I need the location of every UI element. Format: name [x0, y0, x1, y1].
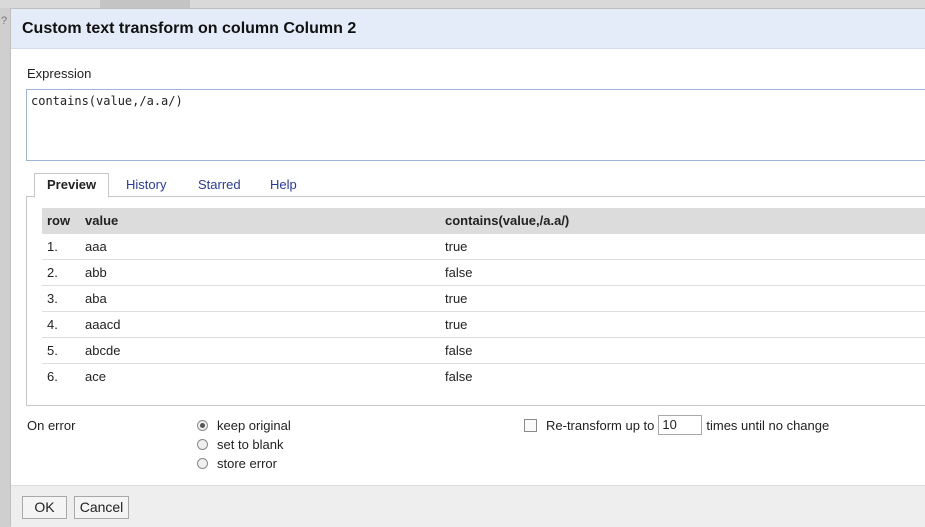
option-store-error[interactable]: store error — [197, 454, 291, 473]
background-toolbar — [100, 0, 190, 8]
row-number: 2. — [42, 259, 85, 286]
radio-store-error[interactable] — [197, 458, 208, 469]
background-fragment: ? — [1, 15, 8, 27]
table-row: 2. abb false — [42, 259, 925, 286]
retransform-label-after: times until no change — [706, 417, 830, 433]
row-number: 1. — [42, 233, 85, 260]
retransform-row: Re-transform up to 10 times until no cha… — [524, 414, 829, 436]
column-header-value: value — [85, 208, 445, 234]
retransform-checkbox[interactable] — [524, 418, 537, 432]
row-value: aba — [85, 285, 445, 312]
table-row: 6. ace false — [42, 363, 925, 389]
row-value: aaa — [85, 233, 445, 260]
row-result: true — [445, 285, 925, 312]
background-window-strip — [0, 0, 925, 8]
row-result: false — [445, 259, 925, 286]
row-value: abcde — [85, 337, 445, 364]
expression-input[interactable]: contains(value,/a.a/) — [26, 89, 925, 161]
ok-button[interactable]: OK — [22, 496, 67, 519]
option-label: store error — [217, 456, 277, 471]
row-number: 4. — [42, 311, 85, 338]
preview-table: row value contains(value,/a.a/) 1. aaa t… — [42, 208, 925, 389]
option-set-to-blank[interactable]: set to blank — [197, 435, 291, 454]
tab-preview[interactable]: Preview — [34, 173, 110, 198]
row-value: ace — [85, 363, 445, 389]
retransform-count-input[interactable]: 10 — [658, 415, 703, 435]
preview-header-row: row value contains(value,/a.a/) — [42, 208, 925, 234]
tabs-area: Preview History Starred Help row value c… — [26, 172, 925, 406]
column-header-row: row — [42, 208, 85, 234]
row-number: 5. — [42, 337, 85, 364]
tab-help[interactable]: Help — [258, 174, 309, 196]
table-row: 3. aba true — [42, 285, 925, 312]
option-label: set to blank — [217, 437, 284, 452]
transform-dialog: Custom text transform on column Column 2… — [10, 8, 925, 527]
option-keep-original[interactable]: keep original — [197, 416, 291, 435]
option-label: keep original — [217, 418, 291, 433]
cancel-button[interactable]: Cancel — [74, 496, 129, 519]
radio-set-to-blank[interactable] — [197, 439, 208, 450]
dialog-footer: OK Cancel — [11, 485, 925, 527]
row-result: false — [445, 363, 925, 389]
dialog-title: Custom text transform on column Column 2 — [22, 20, 357, 37]
row-number: 3. — [42, 285, 85, 312]
radio-keep-original[interactable] — [197, 420, 208, 431]
retransform-label-before: Re-transform up to — [546, 417, 655, 433]
on-error-label: On error — [27, 418, 76, 433]
preview-panel: row value contains(value,/a.a/) 1. aaa t… — [26, 196, 925, 406]
expression-label: Expression — [27, 66, 92, 81]
table-row: 4. aaacd true — [42, 311, 925, 338]
row-result: false — [445, 337, 925, 364]
on-error-options: keep original set to blank store error — [197, 416, 291, 473]
dialog-header: Custom text transform on column Column 2 — [11, 9, 925, 49]
column-header-result: contains(value,/a.a/) — [445, 208, 925, 234]
table-row: 5. abcde false — [42, 337, 925, 364]
tab-bar: Preview History Starred Help — [26, 172, 925, 198]
row-result: true — [445, 233, 925, 260]
row-number: 6. — [42, 363, 85, 389]
row-result: true — [445, 311, 925, 338]
row-value: aaacd — [85, 311, 445, 338]
tab-starred[interactable]: Starred — [186, 174, 253, 196]
table-row: 1. aaa true — [42, 233, 925, 260]
tab-history[interactable]: History — [114, 174, 178, 196]
row-value: abb — [85, 259, 445, 286]
